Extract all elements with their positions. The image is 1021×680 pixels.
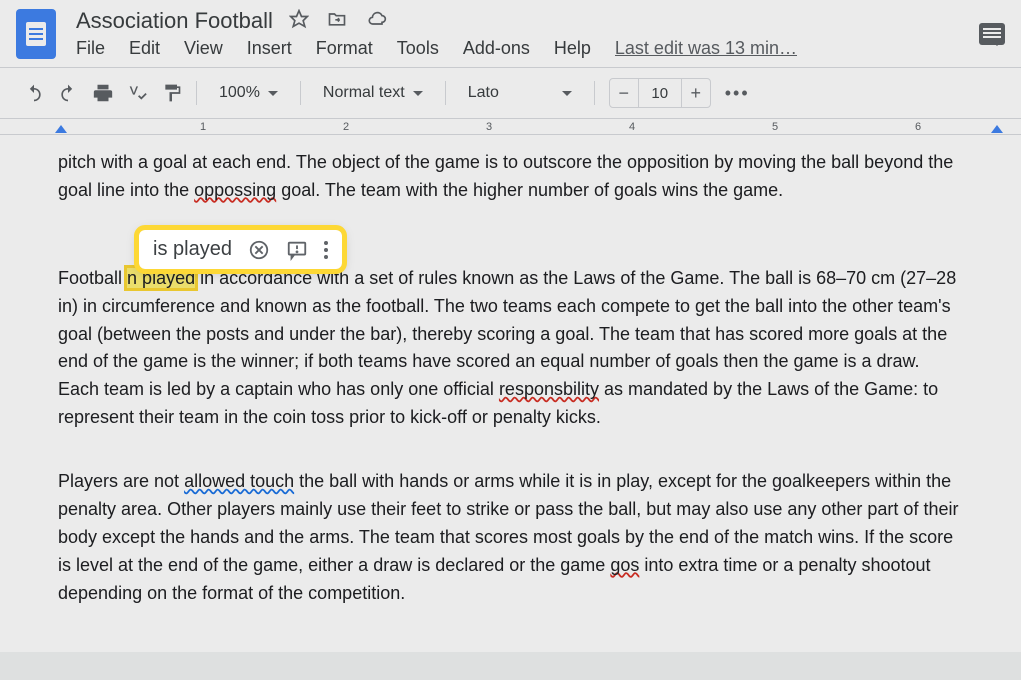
font-select[interactable]: Lato [460,80,580,106]
paint-format-button[interactable] [162,83,182,103]
menu-format[interactable]: Format [316,38,373,59]
ruler[interactable]: 1 2 3 4 5 6 [0,119,1021,135]
ruler-mark: 3 [486,121,492,133]
font-size-group: − + [609,78,711,108]
ruler-mark: 2 [343,121,349,133]
increase-font-button[interactable]: + [682,79,710,107]
ruler-right-indent[interactable] [991,125,1003,133]
redo-button[interactable] [58,83,78,103]
toolbar: 100% Normal text Lato − + ••• [0,68,1021,119]
menu-tools[interactable]: Tools [397,38,439,59]
undo-button[interactable] [24,83,44,103]
document-title[interactable]: Association Football [76,8,273,34]
zoom-select[interactable]: 100% [211,80,286,106]
move-icon[interactable] [327,9,347,29]
spelling-error[interactable]: oppossing [194,180,276,200]
paragraph-2[interactable]: Football n played in accordance with a s… [58,265,963,432]
feedback-button[interactable] [286,239,308,261]
ruler-left-indent[interactable] [55,125,67,133]
dismiss-suggestion-button[interactable] [248,239,270,261]
suggestion-text[interactable]: is played [153,238,232,261]
grammar-highlight[interactable]: n played [127,268,195,288]
menu-help[interactable]: Help [554,38,591,59]
menu-insert[interactable]: Insert [247,38,292,59]
more-tools-button[interactable]: ••• [725,83,750,104]
decrease-font-button[interactable]: − [610,79,638,107]
cloud-icon[interactable] [366,9,388,29]
docs-logo[interactable] [16,9,56,59]
document-body[interactable]: pitch with a goal at each end. The objec… [0,135,1021,652]
font-size-input[interactable] [638,79,682,107]
ruler-mark: 6 [915,121,921,133]
menu-file[interactable]: File [76,38,105,59]
last-edit-link[interactable]: Last edit was 13 min… [615,38,797,59]
comments-icon[interactable] [979,23,1005,45]
ruler-mark: 5 [772,121,778,133]
app-header: Association Football File Edit View Inse… [0,0,1021,68]
paragraph-3[interactable]: Players are not allowed touch the ball w… [58,468,963,607]
print-button[interactable] [92,82,114,104]
grammar-error[interactable]: allowed touch [184,471,294,491]
grammar-suggestion-popup: is played [139,230,342,269]
ruler-mark: 1 [200,121,206,133]
spelling-error[interactable]: gos [610,555,639,575]
more-options-button[interactable] [324,241,328,259]
star-icon[interactable] [289,9,309,29]
ruler-mark: 4 [629,121,635,133]
menu-edit[interactable]: Edit [129,38,160,59]
menu-addons[interactable]: Add-ons [463,38,530,59]
spelling-error[interactable]: responsbility [499,379,599,399]
style-select[interactable]: Normal text [315,80,431,106]
spellcheck-button[interactable] [128,83,148,103]
paragraph-1[interactable]: pitch with a goal at each end. The objec… [58,149,963,205]
menu-view[interactable]: View [184,38,223,59]
